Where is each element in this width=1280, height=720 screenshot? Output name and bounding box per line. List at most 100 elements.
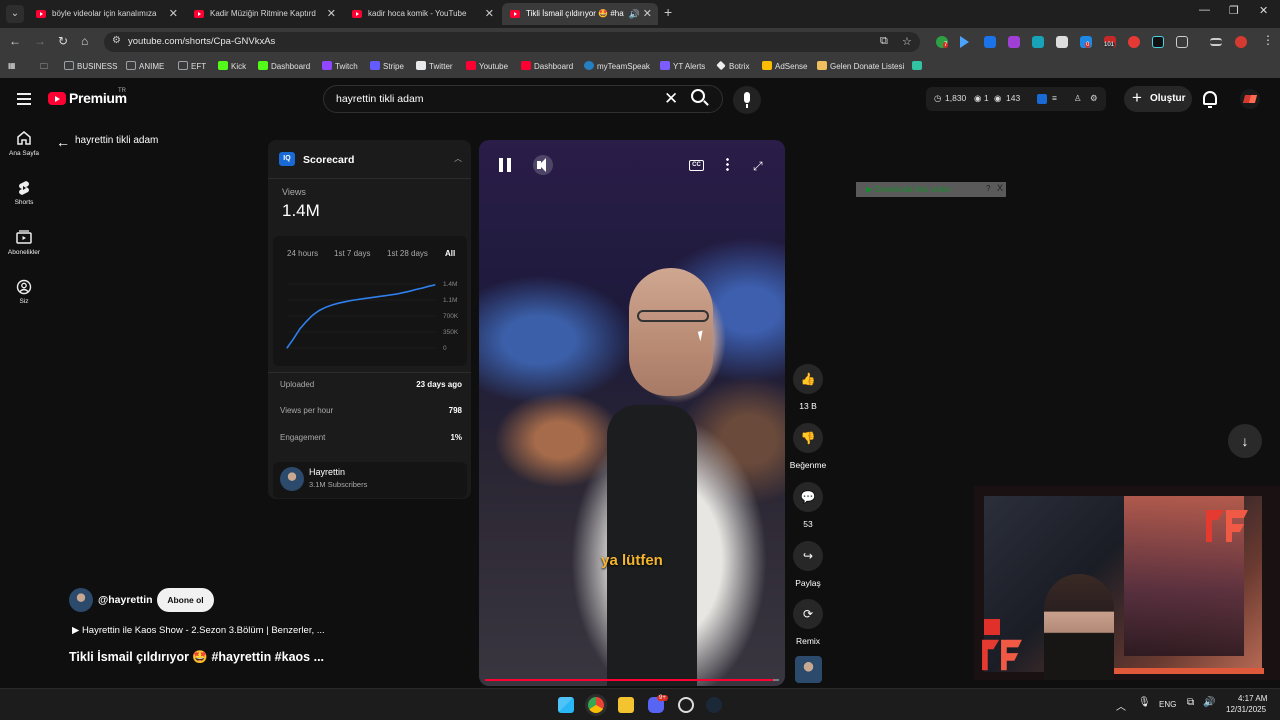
bookmark-business[interactable]: BUSINESS (64, 61, 117, 71)
bookmark-anime[interactable]: ANIME (126, 61, 164, 71)
create-button[interactable]: + Oluştur (1124, 86, 1192, 112)
extension-icon[interactable] (1152, 36, 1164, 48)
close-tab-icon[interactable]: ✕ (169, 3, 178, 25)
restore-icon[interactable]: ❐ (1229, 4, 1239, 17)
forward-icon[interactable]: → (34, 34, 46, 48)
browser-tab[interactable]: Kadir Müziğin Ritmine Kaptırdı ✕ (186, 3, 342, 25)
new-tab-button[interactable]: + (664, 4, 672, 20)
channel-avatar[interactable] (69, 588, 93, 612)
extension-icon[interactable] (1056, 36, 1068, 48)
bookmark-myteamspeak[interactable]: myTeamSpeak (584, 61, 650, 71)
browser-tab[interactable]: kadir hoca komik - YouTube ✕ (344, 3, 500, 25)
bookmark-adsense[interactable]: AdSense (762, 61, 807, 71)
app-icon[interactable] (678, 697, 694, 713)
download-video-button[interactable]: ▶ Download this video (866, 184, 951, 195)
browser-tab-active[interactable]: Tikli İsmail çıldırıyor 🤩 #hayrettin 🔊 ✕ (502, 3, 658, 25)
steam-icon[interactable] (706, 697, 722, 713)
clock-date[interactable]: 12/31/2025 (1226, 705, 1266, 714)
collapse-chevron-icon[interactable]: ︿ (454, 153, 462, 164)
extension-icon[interactable] (984, 36, 996, 48)
bookmark-donate-list[interactable]: Gelen Donate Listesi (817, 61, 904, 71)
tab-audio-icon[interactable]: 🔊 (629, 3, 640, 25)
share-button[interactable]: ↪ Paylaş (788, 541, 828, 588)
video-title[interactable]: Tikli İsmail çıldırıyor 🤩 #hayrettin #ka… (69, 650, 324, 665)
notifications-bell-icon[interactable] (1203, 91, 1217, 108)
scorecard-header[interactable]: IQ Scorecard ︿ (268, 140, 471, 178)
close-tab-icon[interactable]: ✕ (643, 3, 652, 25)
apps-grid-icon[interactable]: ▦ (8, 61, 16, 70)
extension-icon[interactable] (1128, 36, 1140, 48)
video-progress-bar[interactable] (485, 679, 779, 681)
rail-item-you[interactable]: Siz (0, 279, 48, 305)
remix-button[interactable]: ⟳ Remix (788, 599, 828, 646)
youtube-logo-icon[interactable] (48, 92, 66, 105)
pause-icon[interactable] (499, 158, 511, 172)
file-explorer-icon[interactable] (618, 697, 634, 713)
fullscreen-icon[interactable]: ⤢ (753, 159, 763, 174)
language-indicator[interactable]: ENG (1159, 700, 1176, 709)
extension-stats-pill[interactable]: ◷ 1,830 ◉ 1 ◉ 143 ≡ ♙ ⚙ (926, 87, 1106, 111)
cast-icon[interactable]: ⧉ (880, 35, 888, 48)
bookmark-stripe[interactable]: Stripe (370, 61, 404, 71)
channel-handle[interactable]: @hayrettin (98, 594, 153, 606)
bookmark-dashboard-yt[interactable]: Dashboard (521, 61, 573, 71)
tab-search-button[interactable]: ⌄ (6, 5, 24, 23)
close-tab-icon[interactable]: ✕ (485, 3, 494, 25)
voice-search-icon[interactable] (733, 86, 761, 114)
bookmark-star-icon[interactable]: ☆ (902, 35, 912, 48)
windows-start-icon[interactable] (558, 697, 574, 713)
close-icon[interactable]: X (997, 183, 1003, 193)
home-icon[interactable]: ⌂ (81, 34, 88, 48)
reload-icon[interactable]: ↻ (58, 34, 68, 48)
volume-icon[interactable] (533, 155, 553, 175)
bookmark-eft[interactable]: EFT (178, 61, 206, 71)
bookmark-youtube[interactable]: Youtube (466, 61, 508, 71)
rail-item-shorts[interactable]: Shorts (0, 180, 48, 206)
bookmark-yt-alerts[interactable]: YT Alerts (660, 61, 705, 71)
microphone-icon[interactable]: 🎙 (1138, 697, 1151, 708)
chrome-icon[interactable] (588, 697, 604, 713)
close-tab-icon[interactable]: ✕ (327, 3, 336, 25)
comment-button[interactable]: 💬 53 (788, 482, 828, 529)
like-button[interactable]: 👍 13 B (788, 364, 828, 411)
volume-tray-icon[interactable]: 🔊 (1203, 697, 1215, 708)
next-video-arrow-icon[interactable]: ↓ (1228, 424, 1262, 458)
extensions-puzzle-icon[interactable] (1176, 36, 1188, 48)
more-options-icon[interactable] (726, 157, 729, 172)
extension-icon[interactable] (960, 36, 969, 48)
close-window-icon[interactable]: ✕ (1259, 4, 1268, 17)
sound-source-avatar[interactable] (795, 656, 822, 683)
menu-icon[interactable] (17, 93, 31, 105)
rail-item-home[interactable]: Ana Sayfa (0, 131, 48, 157)
chrome-menu-icon[interactable]: ⋮ (1262, 33, 1274, 47)
extension-icon[interactable] (1032, 36, 1044, 48)
site-info-icon[interactable]: ⚙ (112, 35, 121, 46)
profile-avatar-icon[interactable] (1235, 36, 1247, 48)
bookmark-kick[interactable]: Kick (218, 61, 246, 71)
bookmark-dashboard[interactable]: Dashboard (258, 61, 310, 71)
download-video-bar[interactable]: ▶ Download this video ? X (856, 182, 1006, 197)
shorts-video-player[interactable]: CC ⤢ ya lütfen (479, 140, 785, 686)
bookmark-twitch[interactable]: Twitch (322, 61, 358, 71)
dislike-button[interactable]: 👎 Beğenme (788, 423, 828, 470)
back-arrow-icon[interactable]: ← (56, 134, 70, 150)
captions-icon[interactable]: CC (689, 160, 704, 171)
clear-search-icon[interactable]: ✕ (664, 89, 678, 109)
rail-item-subscriptions[interactable]: Abonelikler (0, 230, 48, 256)
search-icon[interactable] (691, 89, 705, 103)
scorecard-channel[interactable]: Hayrettin 3.1M Subscribers (273, 462, 467, 498)
account-avatar[interactable] (1240, 89, 1260, 109)
help-icon[interactable]: ? (986, 184, 990, 193)
related-video-link[interactable]: ▶ Hayrettin ile Kaos Show - 2.Sezon 3.Bö… (72, 625, 325, 636)
tray-chevron-icon[interactable]: ︿ (1116, 698, 1126, 713)
clock-time[interactable]: 4:17 AM (1238, 694, 1267, 703)
extension-icon[interactable] (1008, 36, 1020, 48)
bookmark-streamlabs[interactable] (912, 61, 925, 71)
search-input[interactable]: hayrettin tikli adam ✕ (323, 85, 723, 113)
reading-list-icon[interactable] (1210, 38, 1222, 46)
bookmark-botrix[interactable]: Botrix (716, 60, 749, 71)
bookmark-folder-icon[interactable]: 🗀 (40, 61, 48, 75)
bookmark-twitter[interactable]: Twitter (416, 61, 453, 71)
browser-tab[interactable]: böyle videolar için kanalımıza üye ol ✕ (28, 3, 184, 25)
subscribe-button[interactable]: Abone ol (157, 588, 214, 612)
